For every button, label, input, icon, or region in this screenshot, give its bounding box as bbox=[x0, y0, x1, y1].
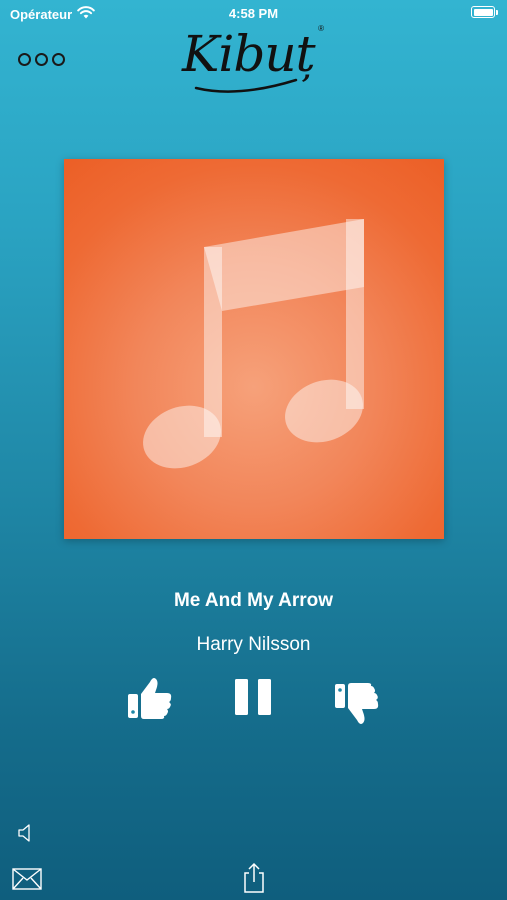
track-artist: Harry Nilsson bbox=[196, 634, 311, 655]
thumbs-down-icon bbox=[335, 683, 379, 724]
share-button[interactable] bbox=[242, 862, 266, 899]
battery-icon bbox=[471, 6, 498, 18]
thumbs-up-icon bbox=[128, 678, 172, 719]
music-note-icon bbox=[143, 219, 364, 469]
track-title: Me And My Arrow bbox=[173, 590, 334, 611]
menu-dot-icon bbox=[35, 53, 48, 66]
status-time: 4:58 PM bbox=[228, 6, 279, 21]
dislike-button[interactable] bbox=[333, 680, 381, 733]
speaker-icon bbox=[18, 824, 30, 842]
album-artwork bbox=[64, 159, 444, 539]
menu-dot-icon bbox=[18, 53, 31, 66]
mail-button[interactable] bbox=[12, 868, 42, 895]
menu-dot-icon bbox=[52, 53, 65, 66]
menu-button[interactable] bbox=[18, 53, 65, 66]
volume-button[interactable] bbox=[17, 823, 35, 848]
app-logo: Kibuț ® bbox=[178, 22, 328, 100]
envelope-icon bbox=[12, 868, 42, 890]
battery-level bbox=[473, 8, 493, 16]
pause-button[interactable] bbox=[234, 678, 274, 721]
like-button[interactable] bbox=[126, 674, 174, 727]
logo-swoosh-icon bbox=[194, 78, 298, 93]
share-icon bbox=[244, 862, 264, 893]
pause-icon bbox=[235, 679, 271, 715]
